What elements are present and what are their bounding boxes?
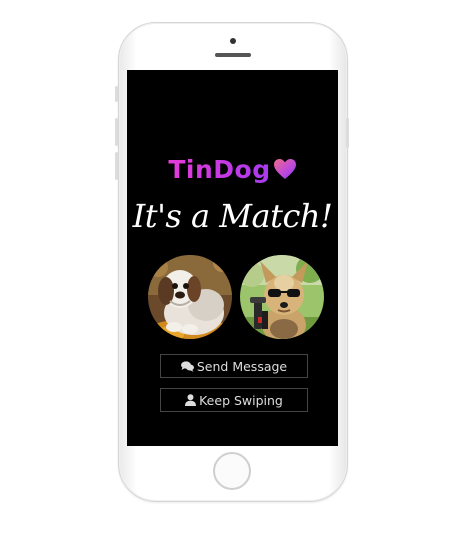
keep-swiping-button[interactable]: Keep Swiping bbox=[160, 388, 308, 412]
brand-logo: TinDog bbox=[127, 155, 338, 187]
send-message-button[interactable]: Send Message bbox=[160, 354, 308, 378]
match-title: It's a Match! bbox=[132, 197, 333, 235]
brand-name: TinDog bbox=[168, 155, 271, 184]
phone-mute-switch bbox=[115, 86, 118, 102]
earpiece-speaker bbox=[215, 53, 251, 57]
user-icon bbox=[185, 394, 197, 406]
home-button[interactable] bbox=[213, 452, 251, 490]
front-camera bbox=[230, 38, 236, 44]
phone-power-button bbox=[346, 118, 349, 148]
phone-volume-up bbox=[115, 118, 118, 146]
phone-volume-down bbox=[115, 152, 118, 180]
chat-bubbles-icon bbox=[180, 360, 194, 372]
stage: TinDog It's a Match! Send Message Keep S… bbox=[0, 0, 466, 535]
heart-icon bbox=[273, 157, 297, 187]
yorkie-sunglasses-photo bbox=[240, 255, 324, 339]
keep-swiping-label: Keep Swiping bbox=[199, 392, 283, 408]
app-screen: TinDog It's a Match! Send Message Keep S… bbox=[127, 70, 338, 446]
shih-tzu-photo bbox=[148, 255, 232, 339]
send-message-label: Send Message bbox=[196, 358, 288, 374]
